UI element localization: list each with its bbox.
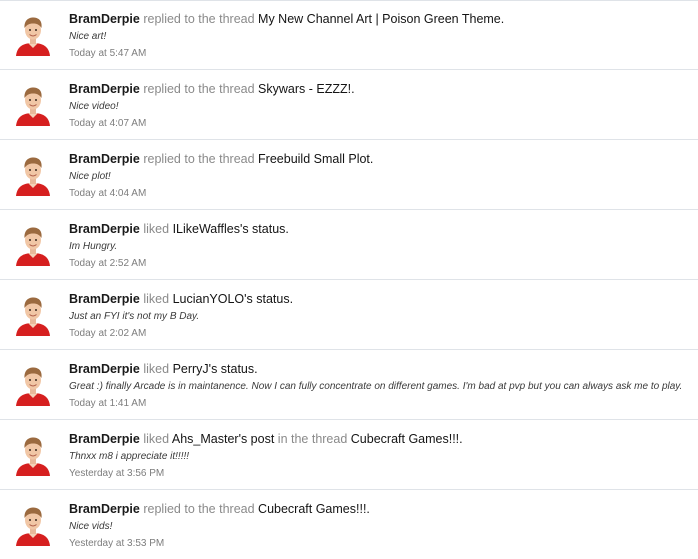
- action-text-secondary: in the thread: [277, 432, 348, 446]
- headline-suffix: .: [254, 362, 258, 376]
- feed-item-content: BramDerpie replied to the thread Freebui…: [69, 151, 690, 200]
- feed-item-headline: BramDerpie replied to the thread Freebui…: [69, 151, 690, 167]
- feed-item-headline: BramDerpie liked Ahs_Master's post in th…: [69, 431, 690, 447]
- timestamp[interactable]: Yesterday at 3:56 PM: [69, 467, 690, 480]
- action-text: replied to the thread: [143, 502, 255, 516]
- content-snippet: Nice video!: [69, 101, 119, 112]
- headline-suffix: .: [351, 82, 355, 96]
- feed-item: BramDerpie replied to the thread Skywars…: [0, 69, 698, 139]
- user-avatar-icon[interactable]: [12, 504, 54, 546]
- content-snippet: Thnxx m8 i appreciate it!!!!!: [69, 451, 190, 462]
- user-avatar-icon[interactable]: [12, 84, 54, 126]
- action-text: liked: [143, 362, 170, 376]
- user-avatar-icon[interactable]: [12, 14, 54, 56]
- username-link[interactable]: BramDerpie: [69, 292, 140, 306]
- thread-link[interactable]: Cubecraft Games!!!: [351, 432, 459, 446]
- status-link[interactable]: ILikeWaffles's status: [173, 222, 286, 236]
- timestamp[interactable]: Today at 5:47 AM: [69, 47, 690, 60]
- feed-item-content: BramDerpie liked Ahs_Master's post in th…: [69, 431, 690, 480]
- content-snippet: Nice plot!: [69, 171, 111, 182]
- feed-item: BramDerpie replied to the thread Cubecra…: [0, 489, 698, 559]
- news-feed: BramDerpie replied to the thread My New …: [0, 0, 698, 559]
- headline-suffix: .: [289, 292, 294, 306]
- action-text: replied to the thread: [143, 12, 255, 26]
- username-link[interactable]: BramDerpie: [69, 502, 140, 516]
- feed-item: BramDerpie replied to the thread Freebui…: [0, 139, 698, 209]
- content-snippet: Im Hungry.: [69, 241, 118, 252]
- feed-item: BramDerpie liked ILikeWaffles's status. …: [0, 209, 698, 279]
- timestamp[interactable]: Yesterday at 3:53 PM: [69, 537, 690, 550]
- username-link[interactable]: BramDerpie: [69, 12, 140, 26]
- user-avatar-icon[interactable]: [12, 224, 54, 266]
- thread-link[interactable]: Skywars - EZZZ!: [258, 82, 351, 96]
- thread-link[interactable]: Freebuild Small Plot: [258, 152, 370, 166]
- feed-item-content: BramDerpie liked ILikeWaffles's status. …: [69, 221, 690, 270]
- username-link[interactable]: BramDerpie: [69, 222, 140, 236]
- feed-item: BramDerpie replied to the thread My New …: [0, 0, 698, 69]
- username-link[interactable]: BramDerpie: [69, 152, 140, 166]
- content-snippet: Nice vids!: [69, 521, 113, 532]
- action-text: liked: [143, 432, 170, 446]
- status-link[interactable]: LucianYOLO's status: [173, 292, 290, 306]
- post-link[interactable]: Ahs_Master's post: [172, 432, 274, 446]
- username-link[interactable]: BramDerpie: [69, 82, 140, 96]
- username-link[interactable]: BramDerpie: [69, 432, 140, 446]
- feed-item-headline: BramDerpie liked LucianYOLO's status.: [69, 291, 690, 307]
- action-text: liked: [143, 292, 170, 306]
- feed-item: BramDerpie liked Ahs_Master's post in th…: [0, 419, 698, 489]
- feed-item: BramDerpie liked LucianYOLO's status. Ju…: [0, 279, 698, 349]
- user-avatar-icon[interactable]: [12, 294, 54, 336]
- headline-suffix: .: [459, 432, 463, 446]
- thread-link[interactable]: Cubecraft Games!!!: [258, 502, 366, 516]
- thread-link[interactable]: My New Channel Art | Poison Green Theme: [258, 12, 501, 26]
- feed-item-headline: BramDerpie liked ILikeWaffles's status.: [69, 221, 690, 237]
- headline-suffix: .: [369, 152, 374, 166]
- action-text: replied to the thread: [143, 152, 255, 166]
- timestamp[interactable]: Today at 4:04 AM: [69, 187, 690, 200]
- feed-item-content: BramDerpie replied to the thread Skywars…: [69, 81, 690, 130]
- content-snippet: Nice art!: [69, 31, 107, 42]
- headline-suffix: .: [285, 222, 289, 236]
- feed-item-headline: BramDerpie replied to the thread Skywars…: [69, 81, 690, 97]
- feed-item-content: BramDerpie replied to the thread My New …: [69, 11, 690, 60]
- user-avatar-icon[interactable]: [12, 434, 54, 476]
- feed-item-content: BramDerpie liked PerryJ's status. Great …: [69, 361, 690, 410]
- timestamp[interactable]: Today at 1:41 AM: [69, 397, 690, 410]
- feed-item-content: BramDerpie replied to the thread Cubecra…: [69, 501, 690, 550]
- feed-item-headline: BramDerpie replied to the thread My New …: [69, 11, 690, 27]
- content-snippet: Just an FYI it's not my B Day.: [69, 311, 200, 322]
- action-text: replied to the thread: [143, 82, 255, 96]
- user-avatar-icon[interactable]: [12, 364, 54, 406]
- timestamp[interactable]: Today at 2:02 AM: [69, 327, 690, 340]
- status-link[interactable]: PerryJ's status: [173, 362, 255, 376]
- timestamp[interactable]: Today at 4:07 AM: [69, 117, 690, 130]
- content-snippet: Great :) finally Arcade is in maintanenc…: [69, 381, 683, 392]
- username-link[interactable]: BramDerpie: [69, 362, 140, 376]
- headline-suffix: .: [500, 12, 505, 26]
- feed-item-headline: BramDerpie replied to the thread Cubecra…: [69, 501, 690, 517]
- headline-suffix: .: [366, 502, 370, 516]
- user-avatar-icon[interactable]: [12, 154, 54, 196]
- action-text: liked: [143, 222, 170, 236]
- feed-item-headline: BramDerpie liked PerryJ's status.: [69, 361, 690, 377]
- timestamp[interactable]: Today at 2:52 AM: [69, 257, 690, 270]
- feed-item-content: BramDerpie liked LucianYOLO's status. Ju…: [69, 291, 690, 340]
- feed-item: BramDerpie liked PerryJ's status. Great …: [0, 349, 698, 419]
